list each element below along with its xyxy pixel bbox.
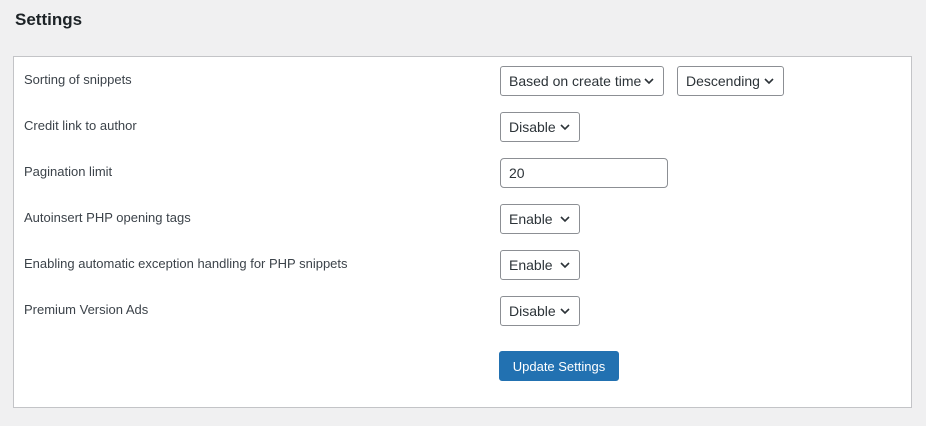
sorting-label: Sorting of snippets <box>24 72 132 87</box>
chevron-down-icon <box>559 305 571 317</box>
autoinsert-php-select[interactable]: Enable <box>500 204 580 234</box>
pagination-limit-input[interactable] <box>500 158 668 188</box>
pagination-label: Pagination limit <box>24 164 113 179</box>
premium-ads-select[interactable]: Disable <box>500 296 580 326</box>
exception-handling-label: Enabling automatic exception handling fo… <box>24 256 348 271</box>
sorting-order-value: Based on create time <box>509 73 642 89</box>
chevron-down-icon <box>643 75 655 87</box>
chevron-down-icon <box>763 75 775 87</box>
chevron-down-icon <box>559 213 571 225</box>
settings-panel: Sorting of snippets Based on create time… <box>13 56 912 408</box>
setting-row-pagination: Pagination limit <box>14 163 911 193</box>
autoinsert-php-label: Autoinsert PHP opening tags <box>24 210 191 225</box>
sorting-order-select[interactable]: Based on create time <box>500 66 664 96</box>
setting-row-autoinsert-php: Autoinsert PHP opening tags <box>14 209 911 239</box>
credit-link-select[interactable]: Disable <box>500 112 580 142</box>
exception-handling-value: Enable <box>509 257 553 273</box>
sorting-direction-value: Descending <box>686 73 760 89</box>
setting-row-exception-handling: Enabling automatic exception handling fo… <box>14 255 911 285</box>
exception-handling-select[interactable]: Enable <box>500 250 580 280</box>
page-title: Settings <box>15 10 83 29</box>
sorting-direction-select[interactable]: Descending <box>677 66 784 96</box>
setting-row-credit-link: Credit link to author <box>14 117 911 147</box>
credit-link-value: Disable <box>509 119 556 135</box>
autoinsert-php-value: Enable <box>509 211 553 227</box>
chevron-down-icon <box>559 259 571 271</box>
setting-row-premium-ads: Premium Version Ads <box>14 301 911 331</box>
chevron-down-icon <box>559 121 571 133</box>
premium-ads-label: Premium Version Ads <box>24 302 149 317</box>
update-settings-button[interactable]: Update Settings <box>499 351 619 381</box>
credit-link-label: Credit link to author <box>24 118 137 133</box>
premium-ads-value: Disable <box>509 303 556 319</box>
